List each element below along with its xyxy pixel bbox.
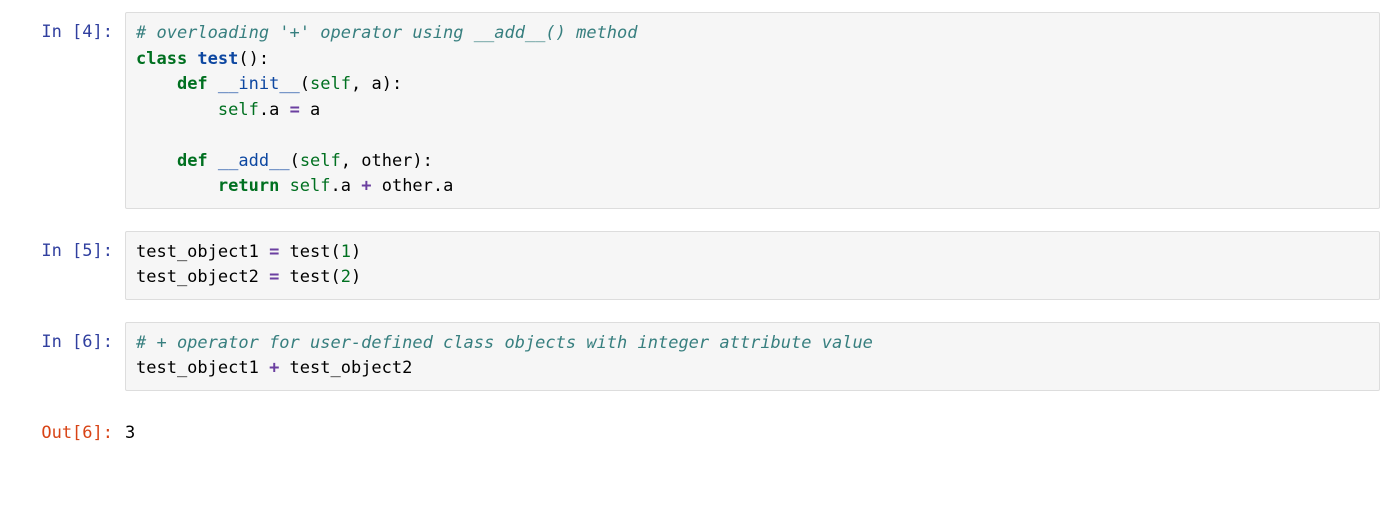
code-text: test_object1: [136, 358, 269, 378]
code-keyword: def: [177, 151, 208, 171]
code-comment: # overloading '+' operator using __add__…: [136, 23, 638, 43]
code-text: , a):: [351, 74, 402, 94]
code-text: .a: [331, 176, 362, 196]
code-input-6[interactable]: # + operator for user-defined class obje…: [125, 322, 1380, 391]
code-text: (: [290, 151, 300, 171]
code-funcname: __init__: [208, 74, 300, 94]
code-text: test_object2: [136, 267, 269, 287]
code-pad: [136, 100, 218, 120]
cell-in-4: In [4]: # overloading '+' operator using…: [20, 12, 1380, 209]
prompt-out-6: Out[6]:: [20, 413, 125, 455]
code-number: 2: [341, 267, 351, 287]
code-text: [279, 176, 289, 196]
prompt-in-6: In [6]:: [20, 322, 125, 364]
code-pad: [136, 151, 177, 171]
code-text: test(: [279, 267, 340, 287]
code-text: ): [351, 242, 361, 262]
code-text: , other):: [341, 151, 433, 171]
code-keyword: def: [177, 74, 208, 94]
code-self: self: [300, 151, 341, 171]
code-funcname: __add__: [208, 151, 290, 171]
code-text: .a: [259, 100, 290, 120]
cell-in-6: In [6]: # + operator for user-defined cl…: [20, 322, 1380, 391]
code-text: (: [300, 74, 310, 94]
cell-out-6: Out[6]: 3: [20, 413, 1380, 455]
prompt-in-4: In [4]:: [20, 12, 125, 54]
prompt-in-5: In [5]:: [20, 231, 125, 273]
code-op: +: [361, 176, 371, 196]
code-pad: [136, 74, 177, 94]
code-classname: test: [187, 49, 238, 69]
code-number: 1: [341, 242, 351, 262]
code-text: ): [351, 267, 361, 287]
code-op: =: [290, 100, 300, 120]
code-text: ():: [238, 49, 269, 69]
code-text: test_object1: [136, 242, 269, 262]
code-self: self: [310, 74, 351, 94]
code-op: +: [269, 358, 279, 378]
code-text: a: [300, 100, 320, 120]
code-text: test(: [279, 242, 340, 262]
code-output-6: 3: [125, 413, 1380, 455]
code-self: self: [218, 100, 259, 120]
code-input-5[interactable]: test_object1 = test(1) test_object2 = te…: [125, 231, 1380, 300]
code-pad: [136, 176, 218, 196]
code-keyword: class: [136, 49, 187, 69]
code-text: test_object2: [279, 358, 412, 378]
code-input-4[interactable]: # overloading '+' operator using __add__…: [125, 12, 1380, 209]
code-text: other.a: [371, 176, 453, 196]
code-op: =: [269, 267, 279, 287]
code-self: self: [290, 176, 331, 196]
code-op: =: [269, 242, 279, 262]
cell-in-5: In [5]: test_object1 = test(1) test_obje…: [20, 231, 1380, 300]
code-comment: # + operator for user-defined class obje…: [136, 333, 873, 353]
code-keyword: return: [218, 176, 279, 196]
